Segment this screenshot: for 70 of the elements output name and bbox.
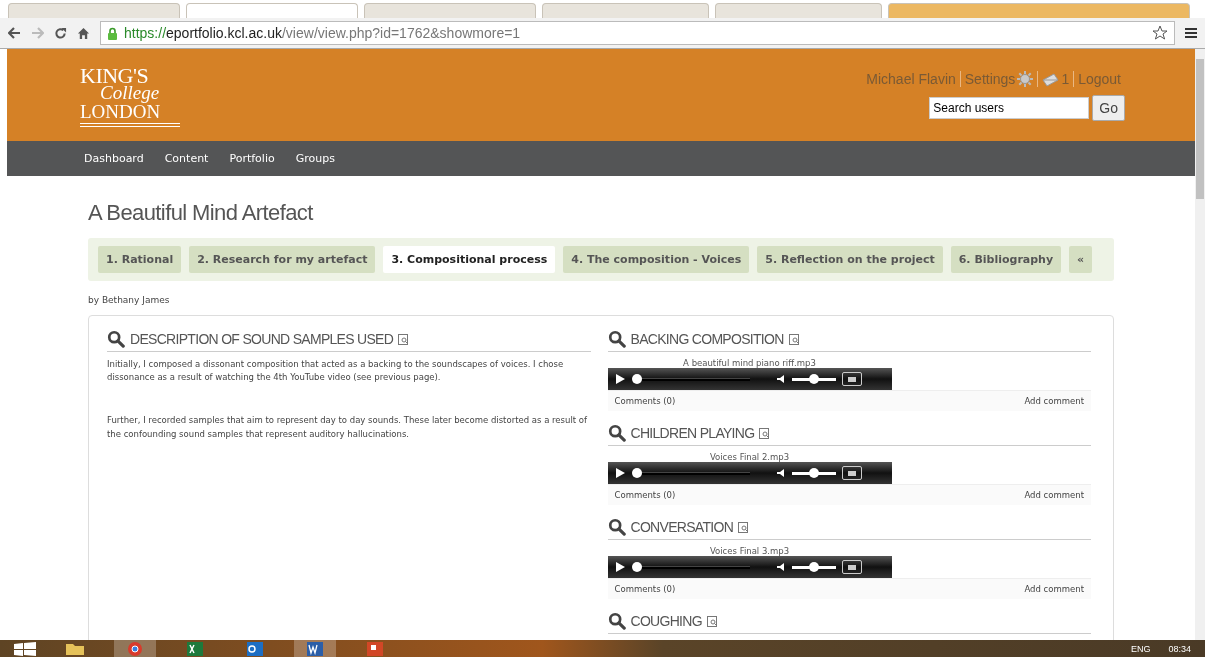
- start-icon[interactable]: [14, 641, 36, 656]
- search-field[interactable]: Search users: [929, 97, 1090, 119]
- volume-handle[interactable]: [808, 468, 819, 478]
- author-text: by Bethany James: [88, 295, 171, 305]
- volume-icon[interactable]: [775, 562, 786, 572]
- page-tab[interactable]: 6. Bibliography: [950, 246, 1062, 273]
- comments-link[interactable]: Comments (0): [614, 490, 676, 500]
- block-title: COUGHING: [630, 612, 702, 630]
- nav-link[interactable]: Portfolio: [222, 152, 289, 165]
- file-name: Voices Final 2.mp3: [708, 452, 791, 462]
- add-comment-link[interactable]: Add comment: [1024, 584, 1084, 594]
- nav-link[interactable]: Groups: [288, 152, 349, 165]
- language-indicator[interactable]: ENG: [1130, 643, 1151, 654]
- preview-icon[interactable]: [398, 333, 410, 345]
- play-icon[interactable]: [613, 467, 626, 479]
- clock[interactable]: 08:34: [1168, 643, 1191, 654]
- file-name: A beautiful mind piano riff.mp3: [682, 358, 817, 368]
- lock-icon: [107, 26, 118, 40]
- page-tab[interactable]: 1. Rational: [98, 246, 182, 273]
- back-icon[interactable]: [8, 27, 21, 39]
- seek-handle[interactable]: [631, 467, 642, 478]
- fullscreen-button[interactable]: [841, 372, 862, 386]
- envelope-icon: [1042, 71, 1060, 87]
- play-icon[interactable]: [613, 561, 626, 573]
- block-title: CHILDREN PLAYING: [630, 424, 755, 442]
- page-tab[interactable]: 3. Compositional process: [383, 246, 556, 273]
- page-tab[interactable]: «: [1069, 246, 1093, 273]
- page-title: A Beautiful Mind Artefact: [88, 200, 315, 226]
- home-icon[interactable]: [77, 26, 90, 40]
- block-title: DESCRIPTION OF SOUND SAMPLES USED: [130, 330, 394, 348]
- seek-handle[interactable]: [631, 561, 642, 572]
- seek-handle[interactable]: [631, 373, 642, 384]
- reload-icon[interactable]: [54, 26, 67, 40]
- taskbar-document-icon[interactable]: [294, 640, 336, 657]
- volume-icon[interactable]: [775, 468, 786, 478]
- volume-handle[interactable]: [808, 374, 819, 384]
- address-bar[interactable]: https://eportfolio.kcl.ac.uk/view/view.php?id=1762&showmore=1: [100, 21, 1175, 45]
- nav-link[interactable]: Content: [157, 152, 223, 165]
- search-icon: [607, 424, 626, 442]
- block-title: CONVERSATION: [630, 518, 734, 536]
- url-text: https://eportfolio.kcl.ac.uk/view/view.php?id=1762&showmore=1: [124, 25, 521, 41]
- search-icon: [607, 612, 626, 630]
- volume-icon[interactable]: [775, 374, 786, 384]
- preview-icon[interactable]: [759, 427, 771, 439]
- taskbar-browser-icon[interactable]: [114, 640, 156, 657]
- nav-link[interactable]: Dashboard: [77, 152, 158, 165]
- add-comment-link[interactable]: Add comment: [1024, 396, 1084, 406]
- preview-icon[interactable]: [738, 521, 750, 533]
- search-icon: [607, 518, 626, 536]
- search-icon: [607, 330, 626, 348]
- menu-icon[interactable]: [1185, 27, 1197, 39]
- description-paragraph: Initially, I composed a dissonant composition that acted as a backing to the soundscapes of voices. I chose dissonance as a result of watching the 4th YouTube video (see previous page).: [107, 358, 565, 385]
- comments-link[interactable]: Comments (0): [614, 584, 676, 594]
- fullscreen-button[interactable]: [841, 560, 862, 574]
- volume-handle[interactable]: [808, 562, 819, 572]
- block-title: BACKING COMPOSITION: [630, 330, 784, 348]
- preview-icon[interactable]: [788, 333, 800, 345]
- go-button[interactable]: Go: [1092, 95, 1125, 121]
- comments-link[interactable]: Comments (0): [614, 396, 676, 406]
- file-name: Voices Final 3.mp3: [708, 546, 791, 556]
- description-paragraph: Further, I recorded samples that aim to represent day to day sounds. These later become distorted as a result of the confounding sound samples that represent auditory hallucinations.: [107, 414, 588, 441]
- fullscreen-button[interactable]: [841, 466, 862, 480]
- page-tab[interactable]: 5. Reflection on the project: [757, 246, 943, 273]
- preview-icon[interactable]: [706, 615, 718, 627]
- add-comment-link[interactable]: Add comment: [1024, 490, 1084, 500]
- page-tab[interactable]: 4. The composition - Voices: [563, 246, 750, 273]
- search-icon: [107, 330, 125, 348]
- star-icon[interactable]: [1152, 25, 1168, 41]
- page-tab[interactable]: 2. Research for my artefact: [189, 246, 376, 273]
- play-icon[interactable]: [613, 373, 626, 385]
